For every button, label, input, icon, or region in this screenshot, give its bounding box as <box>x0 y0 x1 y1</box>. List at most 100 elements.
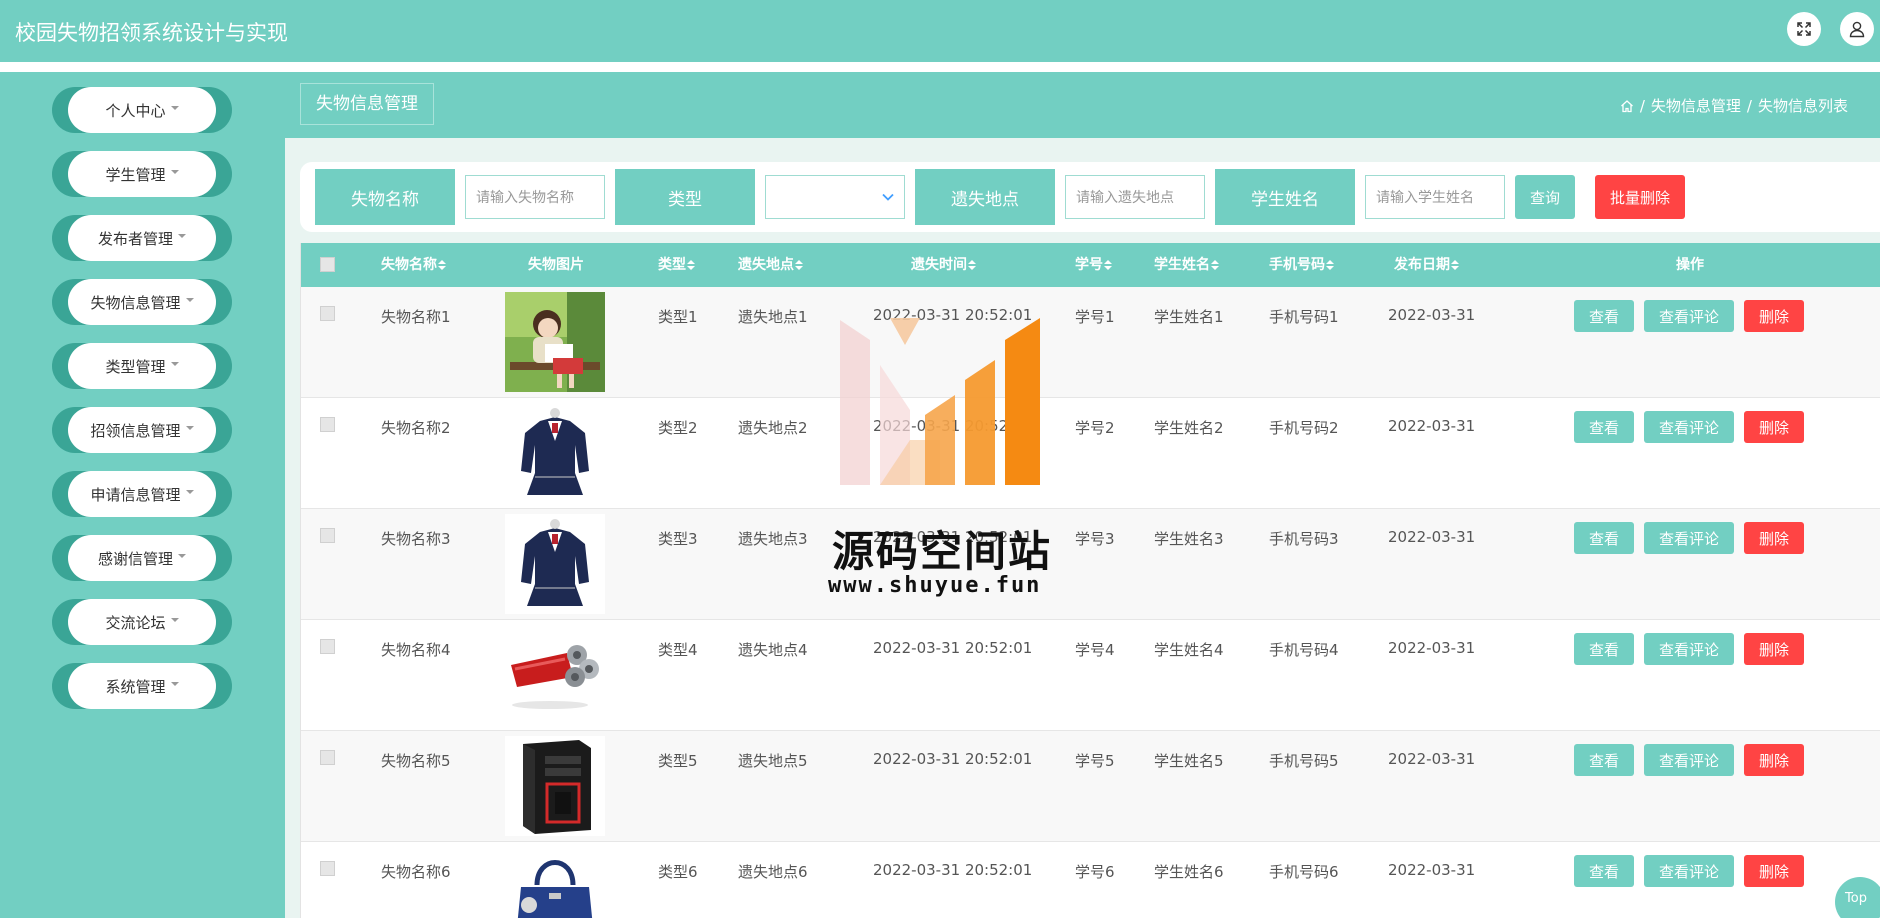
cell-phone: 手机号码1 <box>1269 308 1339 326</box>
delete-button[interactable]: 删除 <box>1744 855 1804 887</box>
cell-type: 类型6 <box>658 863 698 881</box>
column-header-actions: 操作 <box>1676 257 1704 273</box>
cell-name: 失物名称2 <box>381 419 451 437</box>
column-header-student-name[interactable]: 学生姓名 <box>1154 243 1219 287</box>
breadcrumb-item-list: 失物信息列表 <box>1757 97 1848 115</box>
delete-button[interactable]: 删除 <box>1744 522 1804 554</box>
cell-student-no: 学号2 <box>1075 419 1115 437</box>
handbag-picture <box>505 847 605 918</box>
select-all-checkbox[interactable] <box>320 257 335 272</box>
view-button[interactable]: 查看 <box>1574 633 1634 665</box>
sidebar-item-label: 交流论坛 <box>105 613 166 632</box>
breadcrumb-separator: / <box>1639 96 1645 115</box>
sidebar-item-applications[interactable]: 申请信息管理 <box>52 471 232 517</box>
sidebar-item-students[interactable]: 学生管理 <box>52 151 232 197</box>
cell-student-no: 学号1 <box>1075 308 1115 326</box>
breadcrumb-separator: / <box>1746 96 1752 115</box>
sidebar-item-forum[interactable]: 交流论坛 <box>52 599 232 645</box>
sidebar-item-thank-letters[interactable]: 感谢信管理 <box>52 535 232 581</box>
watermark-url: www.shuyue.fun <box>828 573 1042 598</box>
sidebar-item-publishers[interactable]: 发布者管理 <box>52 215 232 261</box>
cell-phone: 手机号码5 <box>1269 752 1339 770</box>
view-button[interactable]: 查看 <box>1574 411 1634 443</box>
user-icon <box>1849 21 1865 38</box>
row-checkbox[interactable] <box>320 861 335 876</box>
query-button[interactable]: 查询 <box>1515 175 1575 219</box>
view-comments-button[interactable]: 查看评论 <box>1644 300 1734 332</box>
cell-student-name: 学生姓名5 <box>1154 752 1224 770</box>
sort-icon <box>968 260 976 270</box>
cell-date: 2022-03-31 <box>1388 639 1476 657</box>
column-header-place[interactable]: 遗失地点 <box>738 243 803 287</box>
sidebar-item-found-items[interactable]: 招领信息管理 <box>52 407 232 453</box>
sort-icon <box>438 260 446 270</box>
cell-place: 遗失地点2 <box>738 419 808 437</box>
cell-name: 失物名称4 <box>381 641 451 659</box>
sidebar-item-label: 个人中心 <box>105 101 166 120</box>
column-header-name[interactable]: 失物名称 <box>381 243 446 287</box>
view-button[interactable]: 查看 <box>1574 300 1634 332</box>
column-header-date[interactable]: 发布日期 <box>1394 243 1459 287</box>
type-select[interactable] <box>765 175 905 219</box>
fullscreen-icon <box>1797 22 1811 36</box>
view-comments-button[interactable]: 查看评论 <box>1644 744 1734 776</box>
cell-time: 2022-03-31 20:52:01 <box>873 417 1033 435</box>
view-comments-button[interactable]: 查看评论 <box>1644 855 1734 887</box>
view-button[interactable]: 查看 <box>1574 855 1634 887</box>
view-comments-button[interactable]: 查看评论 <box>1644 633 1734 665</box>
home-icon[interactable] <box>1620 99 1634 113</box>
delete-button[interactable]: 删除 <box>1744 411 1804 443</box>
sort-icon <box>1104 260 1112 270</box>
sidebar-item-lost-items[interactable]: 失物信息管理 <box>52 279 232 325</box>
cell-student-name: 学生姓名3 <box>1154 530 1224 548</box>
row-checkbox[interactable] <box>320 417 335 432</box>
batch-delete-button[interactable]: 批量删除 <box>1595 175 1685 219</box>
student-name-label: 学生姓名 <box>1215 169 1355 225</box>
caret-down-icon <box>170 362 179 366</box>
row-checkbox[interactable] <box>320 528 335 543</box>
sort-icon <box>1326 260 1334 270</box>
cell-time: 2022-03-31 20:52:01 <box>873 306 1033 324</box>
delete-button[interactable]: 删除 <box>1744 300 1804 332</box>
page-title: 失物信息管理 <box>300 83 434 125</box>
row-checkbox[interactable] <box>320 750 335 765</box>
view-comments-button[interactable]: 查看评论 <box>1644 411 1734 443</box>
delete-button[interactable]: 删除 <box>1744 744 1804 776</box>
cell-place: 遗失地点1 <box>738 308 808 326</box>
breadcrumb: / 失物信息管理 / 失物信息列表 <box>1620 95 1848 116</box>
column-header-time[interactable]: 遗失时间 <box>911 243 976 287</box>
sidebar-item-label: 学生管理 <box>105 165 166 184</box>
cell-student-name: 学生姓名2 <box>1154 419 1224 437</box>
lost-place-input[interactable]: 请输入遗失地点 <box>1065 175 1205 219</box>
cell-place: 遗失地点4 <box>738 641 808 659</box>
sort-icon <box>1451 260 1459 270</box>
sidebar-item-personal-center[interactable]: 个人中心 <box>52 87 232 133</box>
content-header: 失物信息管理 / 失物信息管理 / 失物信息列表 <box>285 72 1880 138</box>
sidebar-item-types[interactable]: 类型管理 <box>52 343 232 389</box>
chevron-down-icon <box>882 193 894 201</box>
breadcrumb-item-lost-items[interactable]: 失物信息管理 <box>1651 95 1741 116</box>
app-title: 校园失物招领系统设计与实现 <box>15 21 288 45</box>
view-comments-button[interactable]: 查看评论 <box>1644 522 1734 554</box>
view-button[interactable]: 查看 <box>1574 744 1634 776</box>
lost-item-name-input[interactable]: 请输入失物名称 <box>465 175 605 219</box>
caret-down-icon <box>178 554 186 558</box>
row-checkbox[interactable] <box>320 306 335 321</box>
column-header-phone[interactable]: 手机号码 <box>1269 243 1334 287</box>
user-button[interactable] <box>1840 12 1874 46</box>
fullscreen-button[interactable] <box>1787 12 1821 46</box>
caret-down-icon <box>170 682 179 686</box>
cell-place: 遗失地点6 <box>738 863 808 881</box>
row-checkbox[interactable] <box>320 639 335 654</box>
student-name-input[interactable]: 请输入学生姓名 <box>1365 175 1505 219</box>
sidebar-item-system[interactable]: 系统管理 <box>52 663 232 709</box>
back-to-top-button[interactable]: Top <box>1835 877 1880 918</box>
column-header-type[interactable]: 类型 <box>658 243 695 287</box>
cell-place: 遗失地点5 <box>738 752 808 770</box>
girl-reading-picture <box>505 292 605 392</box>
cell-name: 失物名称3 <box>381 530 451 548</box>
view-button[interactable]: 查看 <box>1574 522 1634 554</box>
cell-date: 2022-03-31 <box>1388 306 1476 324</box>
column-header-student-no[interactable]: 学号 <box>1075 243 1112 287</box>
delete-button[interactable]: 删除 <box>1744 633 1804 665</box>
